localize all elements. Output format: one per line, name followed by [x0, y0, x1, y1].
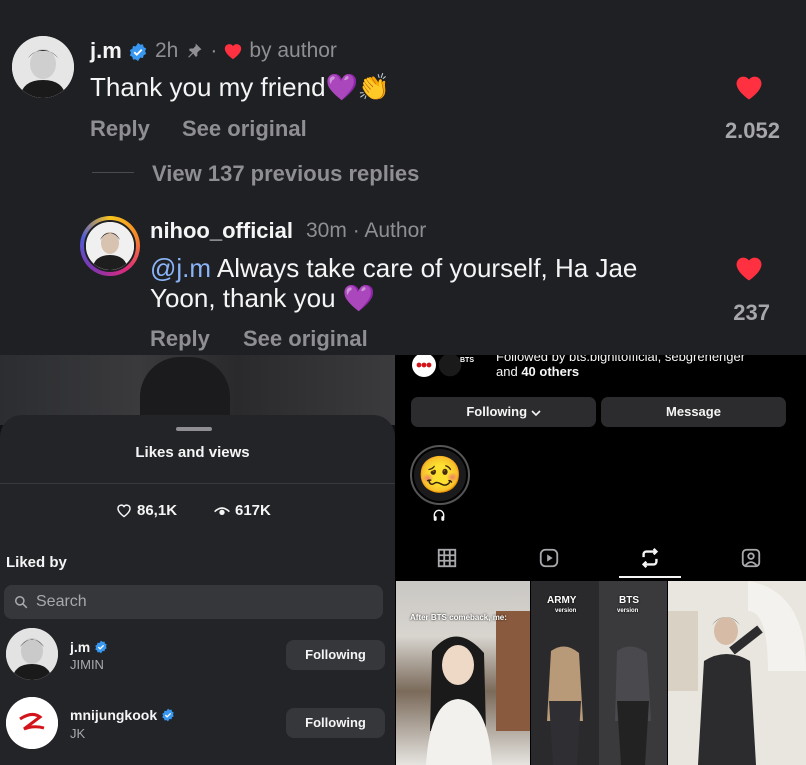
- active-tab-indicator: [619, 576, 681, 578]
- comment-meta: 2h · by author: [155, 39, 337, 63]
- meta-dot: ·: [210, 39, 218, 62]
- reels-icon[interactable]: [538, 547, 560, 569]
- followed-by-and: and: [496, 364, 522, 379]
- sheet-grabber[interactable]: [176, 427, 212, 431]
- comment-username[interactable]: j.m: [90, 38, 148, 64]
- story-highlight[interactable]: 🥴: [414, 449, 466, 501]
- search-placeholder: Search: [36, 593, 87, 610]
- reposts-icon[interactable]: [639, 547, 661, 569]
- followed-by-text[interactable]: Followed by bts.bighitofficial, sebgrene…: [496, 355, 796, 379]
- message-button[interactable]: Message: [601, 397, 786, 427]
- army-caption-sub: version: [555, 608, 577, 614]
- profile-tab-bar: [396, 535, 806, 579]
- reply-like-heart-icon[interactable]: [734, 254, 764, 282]
- reply-emoji: 💜: [342, 283, 376, 313]
- verified-icon: [95, 640, 107, 654]
- comment-text: Thank you my friend💜👏: [90, 72, 390, 103]
- army-caption: ARMY: [547, 595, 577, 606]
- heart-icon: [225, 44, 242, 60]
- reply-username[interactable]: nihoo_official: [150, 218, 293, 244]
- likes-count: 86,1K: [137, 502, 178, 519]
- liker-name-row[interactable]: j.m: [70, 639, 108, 655]
- following-button[interactable]: Following: [286, 640, 385, 670]
- liker-subtitle: JIMIN: [70, 657, 104, 672]
- liker-name-row[interactable]: mnijungkook: [70, 707, 175, 723]
- eye-icon: [214, 506, 230, 515]
- search-icon: [14, 595, 28, 609]
- thumbnail-image: [426, 611, 530, 765]
- followed-by-line1: Followed by bts.bighitofficial, sebgrene…: [496, 355, 746, 364]
- meta-dot: ·: [352, 219, 365, 242]
- nihoo-avatar[interactable]: [84, 220, 136, 272]
- following-dropdown-button[interactable]: Following: [411, 397, 596, 427]
- profile-panel: BTS Followed by bts.bighitofficial, sebg…: [396, 355, 806, 765]
- comment-username-text[interactable]: j.m: [90, 38, 122, 63]
- reply-body-1: Always take care of yourself, Ha Jae: [211, 253, 638, 283]
- comment-body: Thank you my friend: [90, 72, 326, 102]
- heart-outline-icon: [117, 504, 131, 518]
- reply-meta: 30m · Author: [306, 219, 426, 243]
- sheet-divider: [0, 483, 395, 484]
- views-count: 617K: [235, 502, 271, 519]
- author-badge: Author: [364, 219, 427, 242]
- comment-time: 2h: [155, 39, 179, 62]
- reply-button[interactable]: Reply: [90, 116, 150, 142]
- thumbnail-caption: After BTS comeback, me:: [410, 613, 507, 622]
- bts-badge: BTS: [460, 357, 474, 364]
- followed-by-others: 40 others: [521, 364, 580, 379]
- following-label: Following: [466, 404, 528, 419]
- jm-avatar[interactable]: [12, 36, 74, 98]
- verified-icon: [129, 43, 147, 62]
- liker-name[interactable]: mnijungkook: [70, 707, 157, 723]
- followed-by-avatars: [412, 355, 463, 377]
- verified-icon: [162, 708, 174, 722]
- pin-icon: [188, 43, 202, 58]
- bts-caption-sub: version: [617, 608, 639, 614]
- likes-panel: Likes and views 86,1K 617K Liked by Sear…: [0, 355, 395, 765]
- liker-name[interactable]: j.m: [70, 639, 90, 655]
- likes-search-input[interactable]: Search: [4, 585, 383, 619]
- liked-by-author: by author: [249, 39, 337, 62]
- post-thumbnail[interactable]: [668, 581, 806, 765]
- following-button[interactable]: Following: [286, 708, 385, 738]
- tagged-icon[interactable]: [740, 547, 762, 569]
- grid-icon[interactable]: [436, 547, 458, 569]
- reply-text-line2: Yoon, thank you 💜: [150, 283, 375, 314]
- reply-see-original-button[interactable]: See original: [243, 326, 368, 352]
- bts-caption: BTS: [619, 595, 639, 606]
- liker-avatar-mnijungkook[interactable]: [6, 697, 58, 749]
- thumbnail-image: [668, 581, 806, 765]
- reply-text-line1: @j.m Always take care of yourself, Ha Ja…: [150, 253, 637, 284]
- reply-like-count: 237: [733, 300, 770, 325]
- followed-by-line2: and 40 others: [496, 364, 796, 379]
- mention-link[interactable]: @j.m: [150, 253, 211, 283]
- see-original-button[interactable]: See original: [182, 116, 307, 142]
- post-thumbnail[interactable]: After BTS comeback, me:: [396, 581, 530, 765]
- post-thumbnail[interactable]: ARMY version BTS version: [531, 581, 667, 765]
- comment-like-count: 2.052: [724, 118, 780, 143]
- liker-subtitle: JK: [70, 726, 86, 741]
- replies-divider: [92, 172, 134, 173]
- comment-thread-panel: j.m 2h · by author Thank you my friend💜👏…: [0, 0, 806, 355]
- comment-emoji: 💜👏: [325, 72, 391, 102]
- like-heart-icon[interactable]: [734, 73, 764, 101]
- liked-by-heading: Liked by: [6, 554, 67, 571]
- sheet-title: Likes and views: [135, 444, 250, 461]
- headphones-icon: [433, 509, 445, 521]
- views-stat: 617K: [214, 502, 271, 519]
- reply-reply-button[interactable]: Reply: [150, 326, 210, 352]
- chevron-down-icon: [531, 409, 541, 416]
- reply-body-2: Yoon, thank you: [150, 283, 336, 313]
- likes-bottom-sheet: Likes and views 86,1K 617K Liked by Sear…: [0, 415, 395, 765]
- likes-stat: 86,1K: [116, 502, 177, 519]
- view-previous-replies[interactable]: View 137 previous replies: [152, 161, 419, 187]
- thumbnail-image: [531, 581, 667, 765]
- reply-time: 30m: [306, 219, 347, 242]
- liker-avatar-jm[interactable]: [6, 628, 58, 680]
